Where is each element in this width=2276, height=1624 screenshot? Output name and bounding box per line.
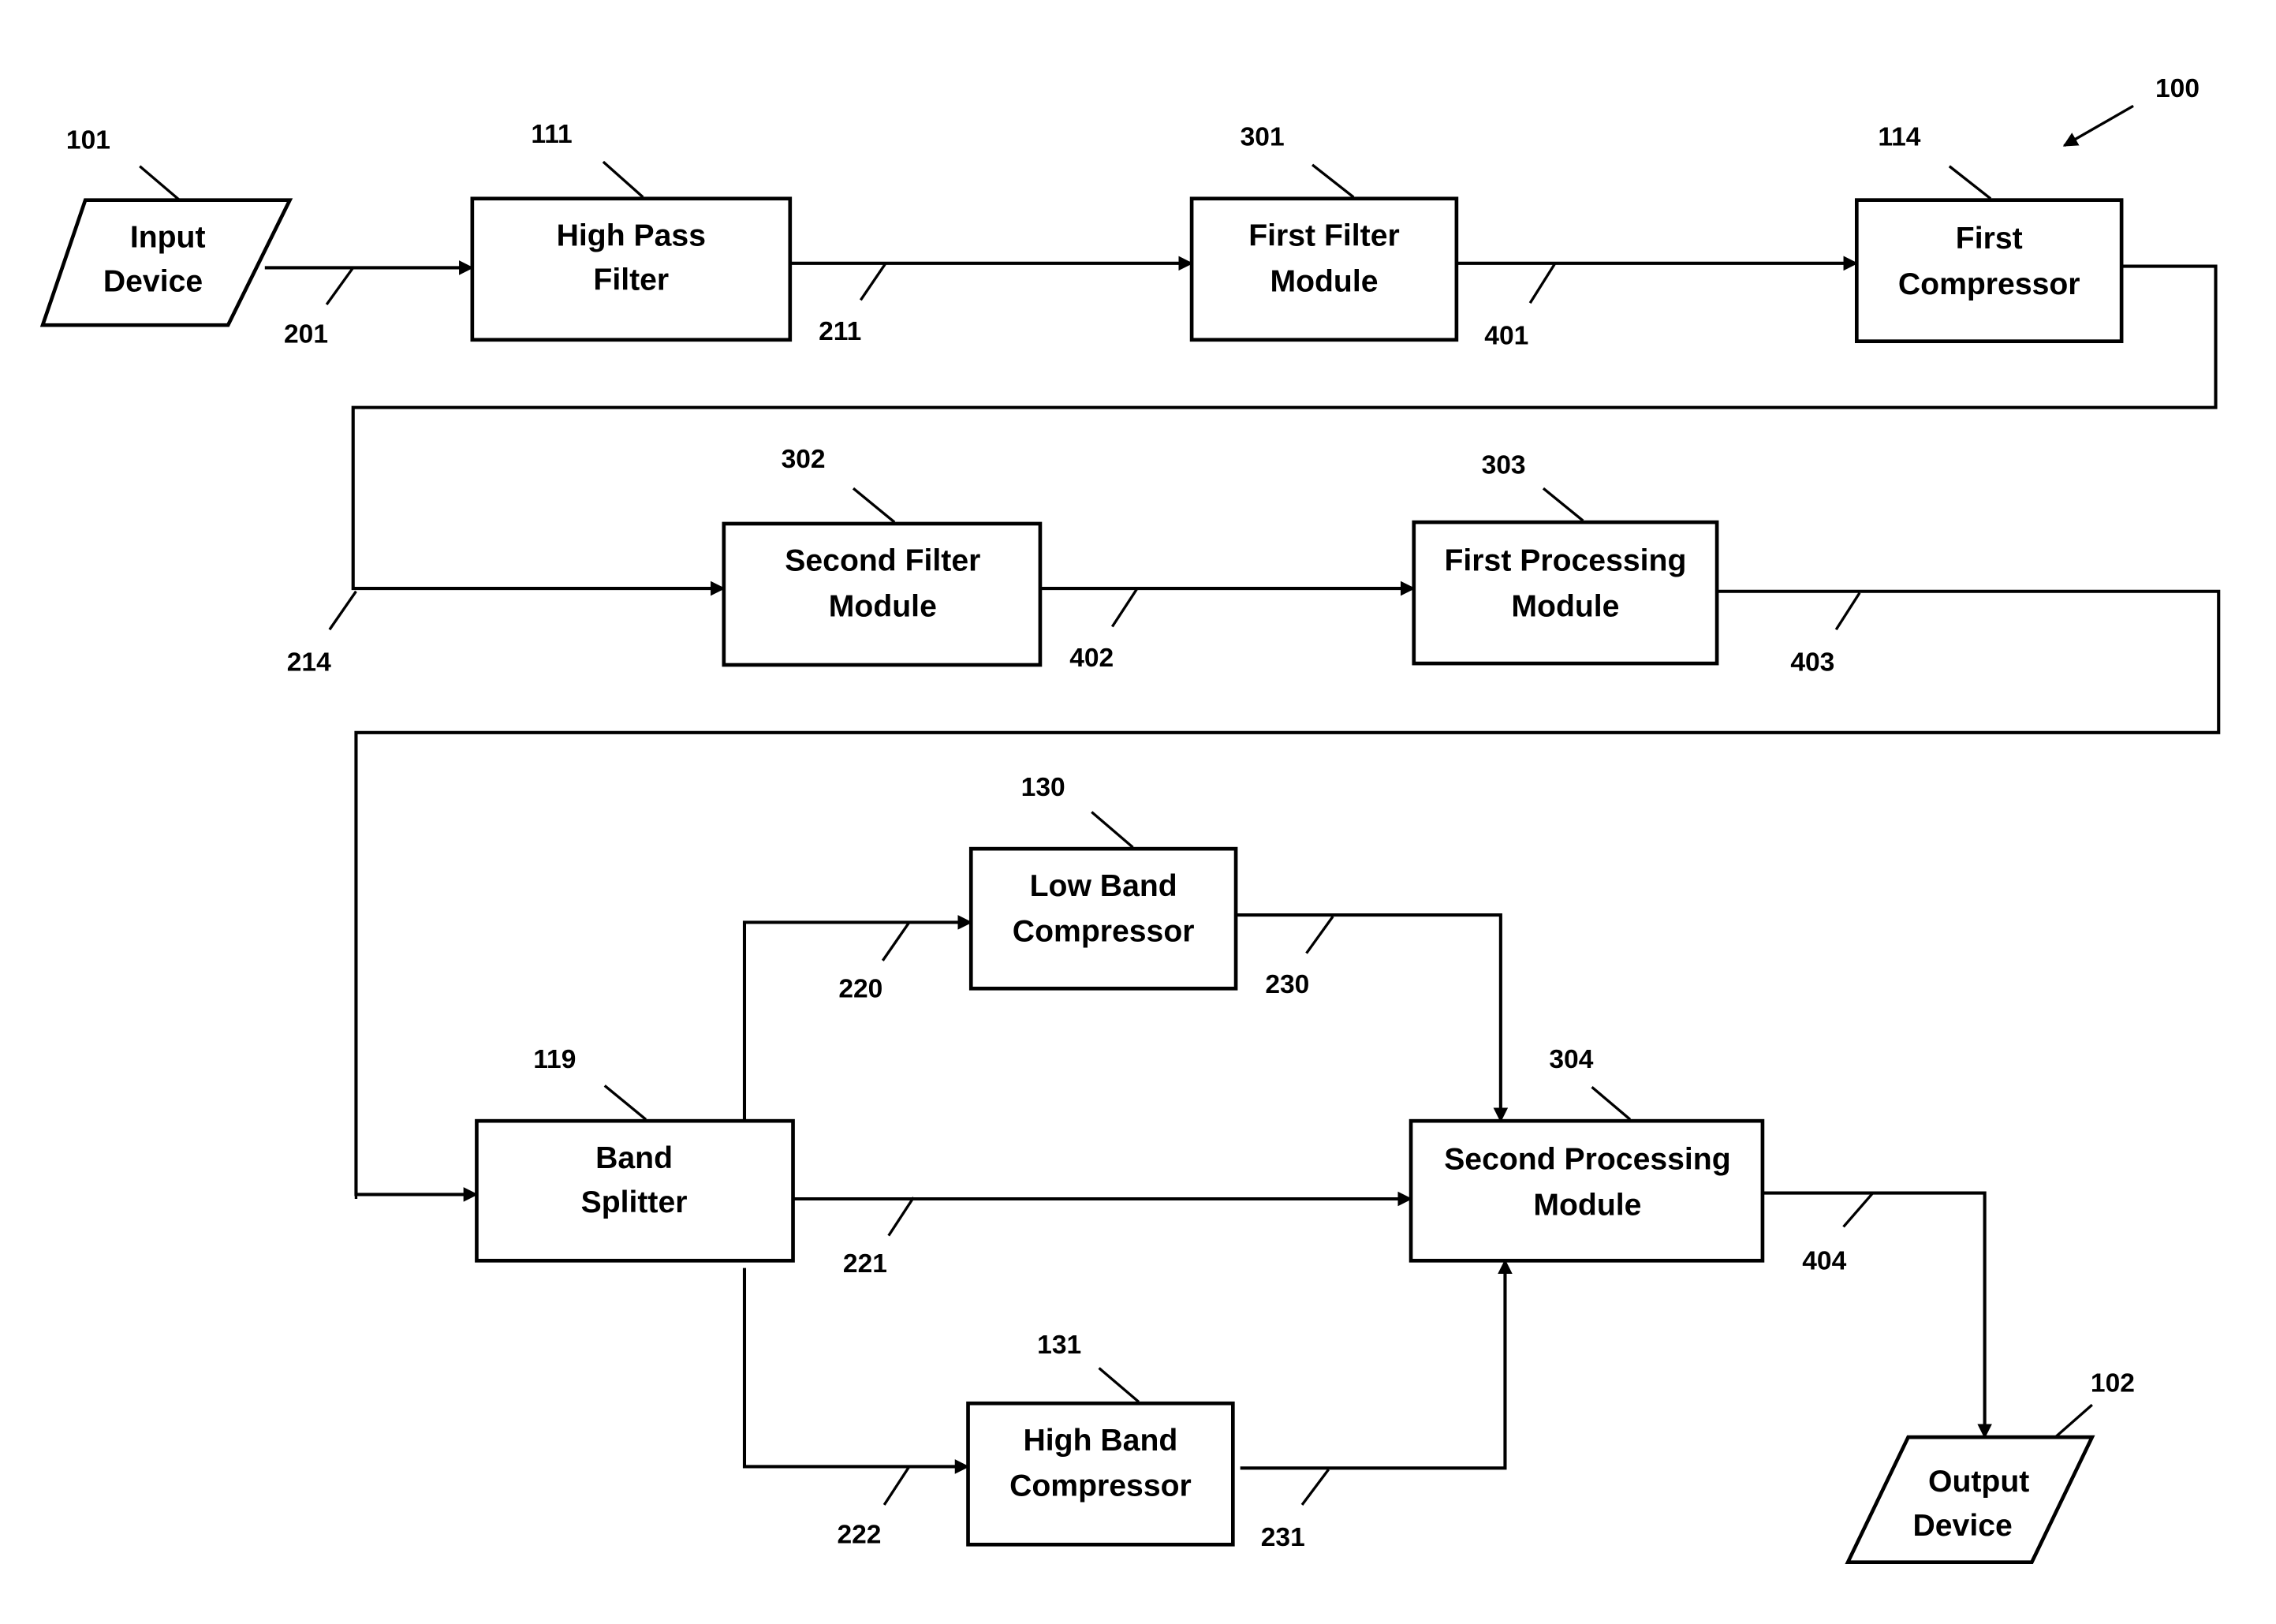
high-band-compressor-label-1: High Band [1024, 1424, 1178, 1458]
low-band-compressor-label-2: Compressor [1013, 915, 1195, 949]
second-processing-module-label-2: Module [1533, 1189, 1641, 1223]
figure-reference: 100 [2062, 74, 2200, 147]
figure-ref-arrow [2062, 104, 2134, 147]
high-pass-filter-ref: 111 [531, 120, 572, 149]
signal-222-label: 222 [837, 1520, 881, 1549]
signal-231-label: 231 [1261, 1523, 1305, 1552]
high-pass-filter-block: High Pass Filter 111 [470, 120, 793, 342]
signal-403-label: 403 [1790, 648, 1834, 677]
signal-230-label: 230 [1265, 970, 1309, 999]
signal-221-label: 221 [843, 1249, 887, 1279]
input-device-ref: 101 [66, 125, 110, 155]
input-device-leader [139, 165, 181, 201]
signal-220-path [742, 915, 973, 1122]
band-splitter-label-2: Splitter [581, 1185, 688, 1219]
low-band-compressor-leader [1091, 811, 1134, 849]
signal-231-path [1240, 1259, 1513, 1470]
first-compressor-label-2: Compressor [1898, 267, 2080, 301]
first-compressor-block: First Compressor 114 [1854, 123, 2124, 344]
output-device-block: Output Device 102 [1845, 1368, 2135, 1564]
low-band-compressor-block: Low Band Compressor 130 [968, 773, 1238, 991]
second-processing-module-block: Second Processing Module 304 [1409, 1045, 1765, 1263]
signal-404-leader [1842, 1192, 1875, 1228]
first-filter-module-label-2: Module [1270, 264, 1378, 298]
input-device-label-1: Input [130, 220, 206, 254]
first-filter-module-leader [1311, 163, 1355, 199]
high-pass-filter-label-2: Filter [593, 263, 669, 297]
signal-211-leader [859, 262, 887, 301]
band-splitter-label-1: Band [595, 1141, 673, 1175]
first-processing-module-block: First Processing Module 303 [1412, 451, 1719, 666]
signal-401-leader [1528, 262, 1557, 304]
first-processing-module-leader [1542, 487, 1584, 522]
input-device-shape [39, 198, 293, 327]
figure-ref-label: 100 [2155, 74, 2200, 103]
band-splitter-leader [603, 1085, 647, 1121]
signal-220-leader [881, 921, 911, 961]
first-processing-module-label-1: First Processing [1445, 544, 1687, 578]
signal-214-leader [328, 590, 357, 631]
signal-201-label: 201 [284, 320, 328, 349]
signal-220-label: 220 [838, 974, 882, 1003]
second-filter-module-label-1: Second Filter [785, 544, 980, 578]
signal-230-path [1236, 913, 1509, 1123]
high-band-compressor-label-2: Compressor [1009, 1469, 1192, 1503]
signal-201-leader [325, 267, 355, 306]
first-compressor-leader [1948, 165, 1992, 200]
first-processing-module-ref: 303 [1482, 451, 1526, 480]
input-device-label-2: Device [103, 264, 203, 298]
high-pass-filter-label-1: High Pass [557, 218, 706, 252]
second-filter-module-label-2: Module [829, 589, 937, 623]
signal-211-label: 211 [819, 317, 861, 346]
second-filter-module-ref: 302 [782, 445, 826, 474]
output-device-label-2: Device [1912, 1509, 2012, 1543]
second-processing-module-leader [1591, 1085, 1632, 1121]
output-device-label-1: Output [1928, 1465, 2029, 1499]
high-band-compressor-block: High Band Compressor 131 [966, 1331, 1235, 1547]
high-pass-filter-leader [602, 160, 644, 199]
output-device-leader [2054, 1403, 2093, 1439]
signal-402-leader [1110, 588, 1139, 628]
second-filter-module-leader [852, 487, 896, 524]
signal-404-label: 404 [1802, 1247, 1846, 1276]
signal-402-label: 402 [1069, 644, 1114, 673]
first-filter-module-block: First Filter Module 301 [1189, 123, 1459, 342]
signal-222-leader [882, 1465, 911, 1506]
signal-222-path [742, 1267, 970, 1474]
output-device-shape [1845, 1435, 2095, 1564]
band-splitter-ref: 119 [533, 1045, 576, 1074]
input-device-block: Input Device 101 [39, 125, 293, 327]
second-processing-module-ref: 304 [1549, 1045, 1593, 1074]
signal-403-path [354, 589, 2221, 1202]
first-compressor-ref: 114 [1878, 123, 1920, 152]
output-device-ref: 102 [2091, 1368, 2135, 1398]
signal-231-leader [1300, 1469, 1330, 1506]
first-compressor-label-1: First [1956, 222, 2023, 256]
signal-404-path [1762, 1191, 1992, 1439]
block-diagram: 100 Input Device 101 201 High Pass Filte… [39, 74, 2221, 1564]
low-band-compressor-ref: 130 [1021, 773, 1065, 802]
signal-403-leader [1834, 592, 1861, 631]
first-processing-module-label-2: Module [1511, 589, 1619, 623]
signal-401-label: 401 [1484, 321, 1528, 350]
first-filter-module-label-1: First Filter [1248, 218, 1399, 252]
first-filter-module-ref: 301 [1241, 123, 1285, 152]
signal-221-leader [887, 1197, 915, 1237]
high-band-compressor-ref: 131 [1037, 1331, 1081, 1360]
second-processing-module-label-1: Second Processing [1444, 1143, 1730, 1177]
high-band-compressor-leader [1098, 1367, 1140, 1403]
signal-214-label: 214 [287, 648, 331, 677]
signal-230-leader [1305, 915, 1334, 954]
second-filter-module-block: Second Filter Module 302 [722, 445, 1043, 667]
low-band-compressor-label-1: Low Band [1030, 869, 1177, 903]
